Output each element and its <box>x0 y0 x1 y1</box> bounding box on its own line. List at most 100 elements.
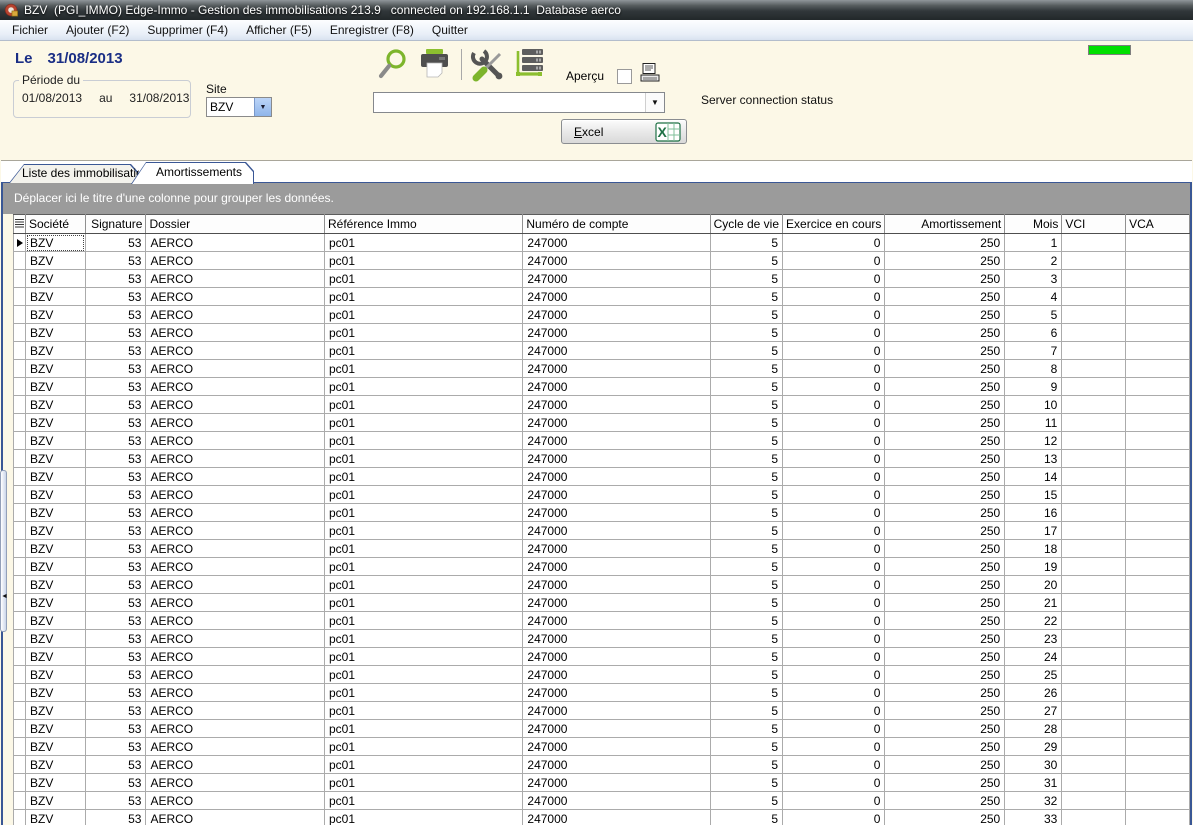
search-icon[interactable] <box>375 47 412 84</box>
cell-numero-compte[interactable]: 247000 <box>523 540 710 558</box>
cell-vca[interactable] <box>1126 648 1190 666</box>
cell-exercice[interactable]: 0 <box>783 522 885 540</box>
cell-societe[interactable]: BZV <box>26 702 86 720</box>
cell-exercice[interactable]: 0 <box>783 792 885 810</box>
table-row[interactable]: BZV53AERCOpc01247000502503 <box>14 270 1190 288</box>
cell-mois[interactable]: 17 <box>1005 522 1062 540</box>
cell-vca[interactable] <box>1126 720 1190 738</box>
cell-vci[interactable] <box>1062 792 1126 810</box>
cell-reference-immo[interactable]: pc01 <box>325 486 523 504</box>
cell-mois[interactable]: 2 <box>1005 252 1062 270</box>
cell-cycle-vie[interactable]: 5 <box>710 522 782 540</box>
cell-reference-immo[interactable]: pc01 <box>325 324 523 342</box>
cell-cycle-vie[interactable]: 5 <box>710 396 782 414</box>
apercu-checkbox[interactable] <box>617 69 632 84</box>
cell-societe[interactable]: BZV <box>26 774 86 792</box>
cell-mois[interactable]: 29 <box>1005 738 1062 756</box>
cell-mois[interactable]: 24 <box>1005 648 1062 666</box>
menu-item-ajouter-f2[interactable]: Ajouter (F2) <box>57 21 138 39</box>
table-row[interactable]: BZV53AERCOpc01247000502504 <box>14 288 1190 306</box>
row-selector[interactable] <box>14 414 26 432</box>
cell-numero-compte[interactable]: 247000 <box>523 486 710 504</box>
cell-numero-compte[interactable]: 247000 <box>523 810 710 825</box>
cell-exercice[interactable]: 0 <box>783 666 885 684</box>
cell-vca[interactable] <box>1126 666 1190 684</box>
left-splitter[interactable]: ◄ <box>0 470 7 632</box>
cell-vca[interactable] <box>1126 630 1190 648</box>
cell-numero-compte[interactable]: 247000 <box>523 360 710 378</box>
column-header-exercice[interactable]: Exercice en cours <box>783 215 885 234</box>
cell-cycle-vie[interactable]: 5 <box>710 774 782 792</box>
cell-societe[interactable]: BZV <box>26 288 86 306</box>
cell-numero-compte[interactable]: 247000 <box>523 648 710 666</box>
cell-amortissement[interactable]: 250 <box>885 666 1005 684</box>
cell-mois[interactable]: 1 <box>1005 234 1062 252</box>
row-selector[interactable] <box>14 486 26 504</box>
cell-societe[interactable]: BZV <box>26 522 86 540</box>
cell-dossier[interactable]: AERCO <box>146 468 325 486</box>
cell-reference-immo[interactable]: pc01 <box>325 360 523 378</box>
row-selector-header[interactable] <box>14 215 26 234</box>
cell-mois[interactable]: 25 <box>1005 666 1062 684</box>
cell-reference-immo[interactable]: pc01 <box>325 522 523 540</box>
cell-signature[interactable]: 53 <box>85 270 146 288</box>
cell-numero-compte[interactable]: 247000 <box>523 468 710 486</box>
cell-vca[interactable] <box>1126 522 1190 540</box>
cell-exercice[interactable]: 0 <box>783 756 885 774</box>
cell-vca[interactable] <box>1126 342 1190 360</box>
cell-reference-immo[interactable]: pc01 <box>325 666 523 684</box>
cell-dossier[interactable]: AERCO <box>146 234 325 252</box>
cell-dossier[interactable]: AERCO <box>146 630 325 648</box>
cell-exercice[interactable]: 0 <box>783 432 885 450</box>
cell-vca[interactable] <box>1126 396 1190 414</box>
cell-cycle-vie[interactable]: 5 <box>710 666 782 684</box>
cell-vca[interactable] <box>1126 252 1190 270</box>
cell-vci[interactable] <box>1062 414 1126 432</box>
cell-amortissement[interactable]: 250 <box>885 576 1005 594</box>
cell-cycle-vie[interactable]: 5 <box>710 648 782 666</box>
menu-item-fichier[interactable]: Fichier <box>3 21 57 39</box>
cell-numero-compte[interactable]: 247000 <box>523 630 710 648</box>
cell-societe[interactable]: BZV <box>26 630 86 648</box>
cell-cycle-vie[interactable]: 5 <box>710 738 782 756</box>
cell-mois[interactable]: 14 <box>1005 468 1062 486</box>
cell-societe[interactable]: BZV <box>26 252 86 270</box>
cell-societe[interactable]: BZV <box>26 810 86 825</box>
cell-cycle-vie[interactable]: 5 <box>710 702 782 720</box>
cell-reference-immo[interactable]: pc01 <box>325 234 523 252</box>
cell-cycle-vie[interactable]: 5 <box>710 306 782 324</box>
cell-dossier[interactable]: AERCO <box>146 414 325 432</box>
data-grid[interactable]: SociétéSignatureDossierRéférence ImmoNum… <box>13 214 1190 825</box>
cell-vca[interactable] <box>1126 576 1190 594</box>
cell-vca[interactable] <box>1126 450 1190 468</box>
cell-societe[interactable]: BZV <box>26 756 86 774</box>
column-header-amortissement[interactable]: Amortissement <box>885 215 1005 234</box>
cell-amortissement[interactable]: 250 <box>885 378 1005 396</box>
cell-dossier[interactable]: AERCO <box>146 810 325 825</box>
table-row[interactable]: BZV53AERCOpc012470005025029 <box>14 738 1190 756</box>
cell-amortissement[interactable]: 250 <box>885 630 1005 648</box>
cell-mois[interactable]: 12 <box>1005 432 1062 450</box>
cell-mois[interactable]: 6 <box>1005 324 1062 342</box>
cell-mois[interactable]: 30 <box>1005 756 1062 774</box>
row-selector-current[interactable] <box>14 234 26 252</box>
cell-cycle-vie[interactable]: 5 <box>710 378 782 396</box>
cell-numero-compte[interactable]: 247000 <box>523 756 710 774</box>
row-selector[interactable] <box>14 612 26 630</box>
cell-vca[interactable] <box>1126 270 1190 288</box>
table-row[interactable]: BZV53AERCOpc01247000502506 <box>14 324 1190 342</box>
cell-dossier[interactable]: AERCO <box>146 738 325 756</box>
cell-exercice[interactable]: 0 <box>783 378 885 396</box>
cell-amortissement[interactable]: 250 <box>885 306 1005 324</box>
row-selector[interactable] <box>14 252 26 270</box>
cell-cycle-vie[interactable]: 5 <box>710 432 782 450</box>
row-selector[interactable] <box>14 468 26 486</box>
cell-signature[interactable]: 53 <box>85 558 146 576</box>
cell-mois[interactable]: 16 <box>1005 504 1062 522</box>
cell-mois[interactable]: 9 <box>1005 378 1062 396</box>
cell-reference-immo[interactable]: pc01 <box>325 774 523 792</box>
cell-numero-compte[interactable]: 247000 <box>523 234 710 252</box>
cell-mois[interactable]: 19 <box>1005 558 1062 576</box>
cell-numero-compte[interactable]: 247000 <box>523 576 710 594</box>
cell-dossier[interactable]: AERCO <box>146 342 325 360</box>
